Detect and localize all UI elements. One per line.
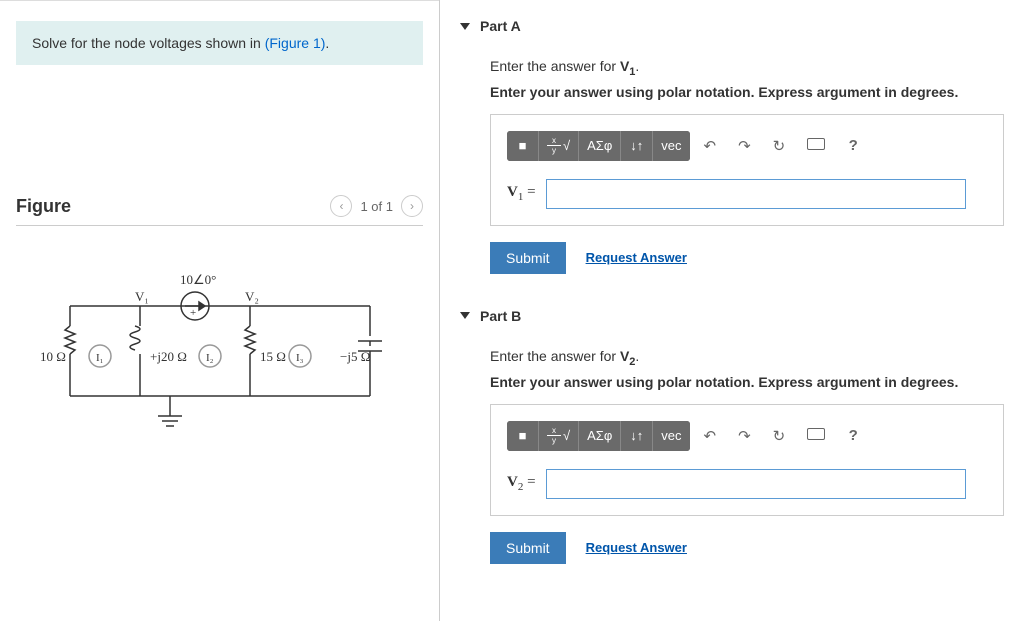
part-a-answer-input[interactable] (546, 179, 966, 209)
svg-text:V₁: V₁ (135, 289, 149, 304)
part-b-request-answer-link[interactable]: Request Answer (586, 540, 687, 555)
part-b-prompt2: Enter your answer using polar notation. … (490, 374, 1004, 390)
subscript-button[interactable]: ↓↑ (621, 131, 653, 161)
part-a-prompt2: Enter your answer using polar notation. … (490, 84, 1004, 100)
vec-button[interactable]: vec (653, 131, 689, 161)
keyboard-icon (807, 138, 825, 150)
svg-text:I₃: I₃ (296, 352, 304, 364)
collapse-icon[interactable] (460, 23, 470, 30)
keyboard-button[interactable] (799, 131, 833, 160)
figure-title: Figure (16, 196, 71, 217)
part-a-request-answer-link[interactable]: Request Answer (586, 250, 687, 265)
part-a-submit-button[interactable]: Submit (490, 242, 566, 274)
figure-nav: ‹ 1 of 1 › (330, 195, 423, 217)
svg-text:−j5 Ω: −j5 Ω (340, 349, 370, 364)
svg-text:V₂: V₂ (245, 289, 259, 304)
reset-button[interactable]: ↻ (765, 131, 794, 161)
part-b-answer-box: ■ xy√ ΑΣφ ↓↑ vec ↶ ↷ ↻ ? V2 = (490, 404, 1004, 516)
vec-button[interactable]: vec (653, 421, 689, 451)
undo-button[interactable]: ↶ (696, 421, 725, 451)
fraction-button[interactable]: xy√ (539, 131, 579, 161)
svg-text:10∠0°: 10∠0° (180, 272, 216, 287)
part-b-answer-input[interactable] (546, 469, 966, 499)
equation-toolbar: ■ xy√ ΑΣφ ↓↑ vec ↶ ↷ ↻ ? (507, 421, 987, 451)
part-b-var-label: V2 = (507, 474, 536, 493)
part-a: Part A Enter the answer for V1. Enter yo… (460, 10, 1004, 284)
circuit-diagram: 10∠0° V₁ V₂ + 10 Ω I₁ +j20 Ω I₂ 15 Ω I₃ … (16, 266, 423, 446)
svg-text:+j20 Ω: +j20 Ω (150, 349, 187, 364)
help-button[interactable]: ? (839, 421, 867, 450)
redo-button[interactable]: ↷ (730, 421, 759, 451)
svg-text:+: + (190, 307, 196, 319)
figure-prev-button[interactable]: ‹ (330, 195, 352, 217)
part-a-answer-box: ■ xy√ ΑΣφ ↓↑ vec ↶ ↷ ↻ ? V1 = (490, 114, 1004, 226)
help-button[interactable]: ? (839, 131, 867, 160)
keyboard-button[interactable] (799, 421, 833, 450)
figure-link[interactable]: (Figure 1) (265, 35, 326, 51)
undo-button[interactable]: ↶ (696, 131, 725, 161)
part-a-var-label: V1 = (507, 184, 536, 203)
part-a-title: Part A (480, 18, 521, 34)
fraction-button[interactable]: xy√ (539, 421, 579, 451)
figure-nav-text: 1 of 1 (360, 199, 393, 214)
instruction-text: Solve for the node voltages shown in (32, 35, 265, 51)
keyboard-icon (807, 428, 825, 440)
svg-text:15 Ω: 15 Ω (260, 349, 286, 364)
templates-button[interactable]: ■ (507, 131, 539, 161)
subscript-button[interactable]: ↓↑ (621, 421, 653, 451)
instruction-box: Solve for the node voltages shown in (Fi… (16, 21, 423, 65)
reset-button[interactable]: ↻ (765, 421, 794, 451)
collapse-icon[interactable] (460, 312, 470, 319)
figure-next-button[interactable]: › (401, 195, 423, 217)
part-b: Part B Enter the answer for V2. Enter yo… (460, 300, 1004, 574)
redo-button[interactable]: ↷ (730, 131, 759, 161)
part-b-title: Part B (480, 308, 521, 324)
equation-toolbar: ■ xy√ ΑΣφ ↓↑ vec ↶ ↷ ↻ ? (507, 131, 987, 161)
part-b-prompt1: Enter the answer for V2. (490, 348, 1004, 368)
part-b-submit-button[interactable]: Submit (490, 532, 566, 564)
greek-button[interactable]: ΑΣφ (579, 131, 621, 161)
templates-button[interactable]: ■ (507, 421, 539, 451)
greek-button[interactable]: ΑΣφ (579, 421, 621, 451)
svg-text:10 Ω: 10 Ω (40, 349, 66, 364)
svg-text:I₁: I₁ (96, 352, 104, 364)
part-a-prompt1: Enter the answer for V1. (490, 58, 1004, 78)
svg-text:I₂: I₂ (206, 352, 214, 364)
